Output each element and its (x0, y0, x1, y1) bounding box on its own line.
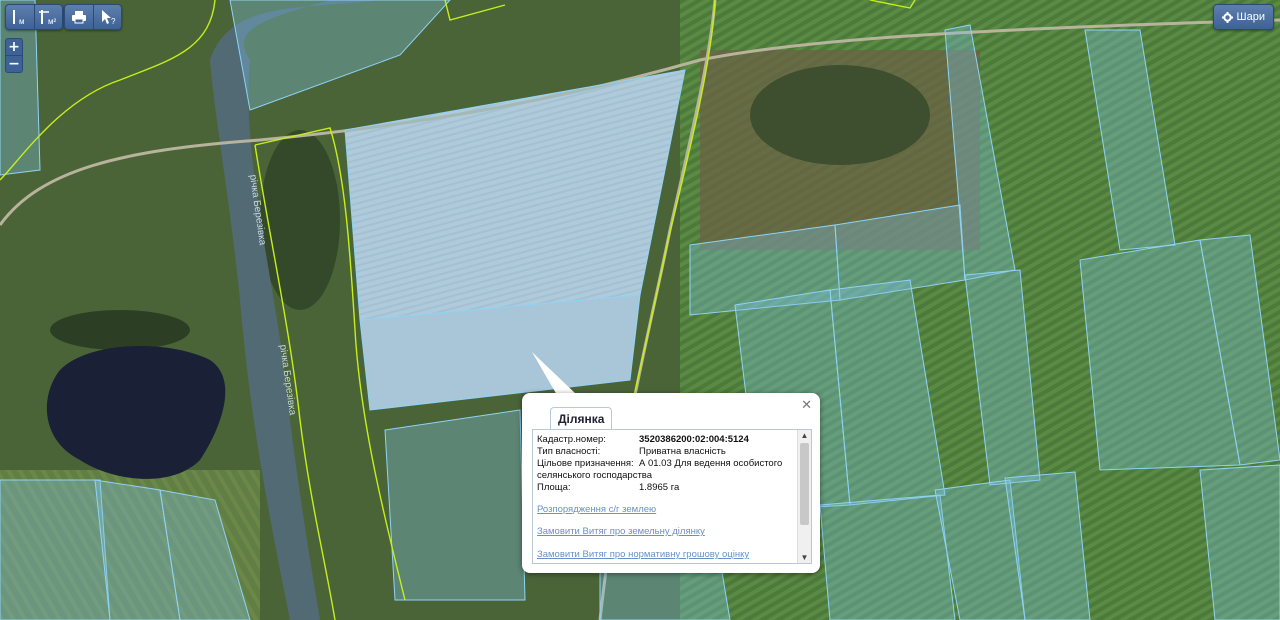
attr-row-cadastral: Кадастр.номер: 3520386200:02:004:5124 (537, 434, 795, 446)
popup-content: Кадастр.номер: 3520386200:02:004:5124 Ти… (532, 429, 812, 564)
tree-belt (750, 65, 930, 165)
print-button[interactable] (65, 5, 93, 29)
attr-row-ownership: Тип власності: Приватна власність (537, 446, 795, 458)
tree-belt (260, 130, 340, 310)
svg-text:м: м (19, 17, 25, 25)
print-icon (72, 11, 86, 24)
scroll-up-icon[interactable]: ▲ (798, 430, 811, 441)
ownership-label: Тип власності: (537, 446, 601, 457)
layers-button[interactable]: Шари (1212, 4, 1274, 30)
area-ruler-icon: м² (39, 10, 57, 25)
zoom-in-button[interactable]: + (6, 39, 22, 55)
close-icon[interactable]: ✕ (801, 397, 812, 413)
identify-button[interactable]: ? (93, 5, 122, 29)
popup-scrollbar[interactable]: ▲ ▼ (797, 430, 811, 563)
gear-icon (1221, 11, 1233, 23)
cadastral-number: 3520386200:02:004:5124 (639, 434, 749, 445)
order-parcel-extract-link[interactable]: Замовити Витяг про земельну ділянку (537, 526, 705, 537)
ruler-icon: м (13, 10, 25, 25)
parcel-attributes: Кадастр.номер: 3520386200:02:004:5124 Ти… (537, 434, 795, 494)
scroll-thumb[interactable] (800, 443, 809, 525)
svg-text:?: ? (111, 17, 116, 25)
purpose-value-line1: А 01.03 Для ведення особистого (639, 458, 783, 469)
tree-belt (50, 310, 190, 350)
attr-row-purpose: Цільове призначення: А 01.03 Для ведення… (537, 458, 795, 482)
order-valuation-extract-link[interactable]: Замовити Витяг про нормативну грошову оц… (537, 549, 749, 560)
parcel-info-popup: ✕ Ділянка Кадастр.номер: 3520386200:02:0… (522, 393, 820, 573)
land-disposal-link[interactable]: Розпорядження с/г землею (537, 504, 656, 515)
cadastral-label: Кадастр.номер: (537, 434, 606, 445)
area-value: 1.8965 га (639, 482, 680, 493)
tab-parcel[interactable]: Ділянка (550, 407, 613, 430)
measure-toolbar: м м² (5, 4, 63, 30)
attr-row-area: Площа: 1.8965 га (537, 482, 795, 494)
area-label: Площа: (537, 482, 571, 493)
cursor-question-icon: ? (102, 10, 116, 25)
tools-toolbar: ? (64, 4, 122, 30)
ownership-value: Приватна власність (639, 446, 726, 457)
zoom-control: + − (5, 38, 23, 73)
purpose-value: А 01.03 Для ведення особистого селянсько… (537, 458, 795, 482)
svg-text:м²: м² (48, 17, 57, 25)
measure-area-button[interactable]: м² (34, 5, 63, 29)
zoom-out-button[interactable]: − (6, 55, 22, 72)
measure-line-button[interactable]: м (6, 5, 34, 29)
purpose-value-line2: селянського господарства (537, 470, 653, 481)
layers-label: Шари (1236, 11, 1265, 23)
scroll-down-icon[interactable]: ▼ (798, 552, 811, 563)
